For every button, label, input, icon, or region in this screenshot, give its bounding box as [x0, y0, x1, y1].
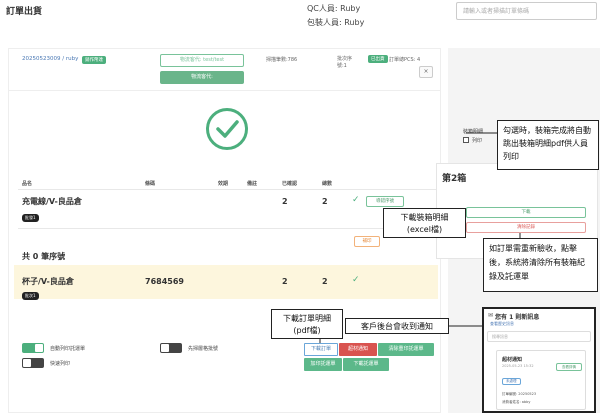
row1-total: 2 — [322, 197, 328, 206]
page-title: 訂單出貨 — [6, 7, 43, 17]
header-name: 品名 — [22, 181, 33, 187]
header-confirmed: 已確認 — [282, 181, 298, 187]
row1-tag: 批發1 — [22, 214, 39, 222]
table-divider — [18, 189, 438, 190]
auto-print-toggle[interactable] — [22, 343, 44, 353]
header-total: 總數 — [322, 181, 333, 187]
callout-customer-notify: 客戶後台會收到通知 — [345, 318, 449, 334]
download-shipping-button[interactable]: 下載託運單 — [343, 358, 389, 371]
callout-clear-record: 如訂單需重新驗收，點擊後，系統將清除所有裝箱紀錄及託運單 — [483, 238, 598, 292]
auto-print-label: 自動列印託運單 — [50, 346, 86, 352]
add-shipping-button[interactable]: 加印託運單 — [304, 358, 342, 371]
download-order-button[interactable]: 下載訂單 — [304, 343, 338, 356]
notification-order-no: 訂單編號: 20250523 — [502, 392, 537, 396]
packer-person: 包裝人員: Ruby — [307, 18, 365, 27]
row1-check-icon: ✓ — [352, 195, 360, 205]
notify-button[interactable]: 超材通知 — [339, 343, 377, 356]
notification-title: 您有 1 則新訊息 — [495, 314, 540, 321]
serial-count: 共 0 筆序號 — [22, 252, 66, 261]
box-title: 第2箱 — [442, 174, 467, 184]
notification-detail-button[interactable]: 查看詳情 — [556, 363, 582, 371]
mail-icon: ✉ — [488, 312, 494, 319]
order-search-input[interactable]: 請輸入或者掃描訂單條碼 — [456, 2, 597, 20]
row1-error-serial-button[interactable]: 導錯序號 — [366, 196, 404, 207]
notification-search-input[interactable]: 搜尋訊息 — [487, 331, 591, 342]
first-scan-label: 先掃層格批號 — [188, 346, 219, 352]
callout-download-order: 下載訂單明細(pdf檔) — [271, 309, 343, 339]
clear-reprint-shipping-button[interactable]: 清除重印託運單 — [378, 343, 434, 356]
row1-reprint-button[interactable]: 補印 — [354, 236, 380, 247]
packing-list-label: 裝箱明細 — [463, 129, 484, 135]
notification-status-badge: 未處理 — [502, 378, 521, 385]
packing-list-checkbox[interactable] — [463, 137, 469, 143]
callout-auto-print: 勾選時，裝箱完成將自動跳出裝箱明細pdf供人員列印 — [497, 120, 599, 170]
divider — [8, 90, 441, 91]
scan-count: 掃描筆數:786 — [266, 57, 298, 63]
notification-history-link[interactable]: 查看歷史訊息 — [490, 321, 514, 327]
row1-confirmed: 2 — [282, 197, 288, 206]
print-label: 列印 — [472, 138, 483, 144]
row2-total: 2 — [322, 277, 328, 286]
table-row-highlight — [14, 265, 438, 299]
notification-card-date: 2025-05-23 15:32 — [502, 364, 534, 368]
row1-name: 充電線/V-良品倉 — [22, 197, 82, 206]
close-button[interactable]: × — [419, 66, 433, 78]
callout-download-packing: 下載裝箱明細 (excel檔) — [383, 208, 466, 238]
order-id-link[interactable]: 20250523009 / ruby — [22, 56, 78, 62]
success-check-icon — [206, 108, 248, 150]
header-note: 備註 — [247, 181, 258, 187]
status-badge: 已出貨 — [368, 55, 388, 63]
notification-card-title: 超材通知 — [502, 357, 523, 363]
table-divider — [18, 228, 438, 229]
quick-print-toggle[interactable] — [22, 358, 44, 368]
header-expiry: 效期 — [218, 181, 229, 187]
qc-person: QC人員: Ruby — [307, 4, 361, 13]
header-barcode: 條碼 — [145, 181, 156, 187]
clear-record-button[interactable]: 清除記錄 — [466, 222, 586, 233]
row2-name: 杯子/V-良品倉 — [22, 277, 74, 286]
row2-confirmed: 2 — [282, 277, 288, 286]
packing-download-button[interactable]: 下載 — [466, 207, 586, 218]
quick-print-label: 快速列印 — [50, 361, 71, 367]
first-scan-toggle[interactable] — [160, 343, 182, 353]
total-pcs: 訂單總PCS: 4 — [389, 57, 421, 63]
order-badge: 銷作幣達 — [82, 56, 106, 64]
logistics-label: 物流客代: test/test — [160, 54, 244, 67]
logistics-button[interactable]: 物流客代: — [160, 71, 244, 84]
row2-tag: 批次1 — [22, 292, 39, 300]
notification-note: 消費者姓名: abby — [502, 400, 531, 404]
row2-check-icon: ✓ — [352, 275, 360, 285]
row2-barcode: 7684569 — [145, 277, 184, 286]
pack-seq: 批次序號:1 — [337, 56, 353, 69]
